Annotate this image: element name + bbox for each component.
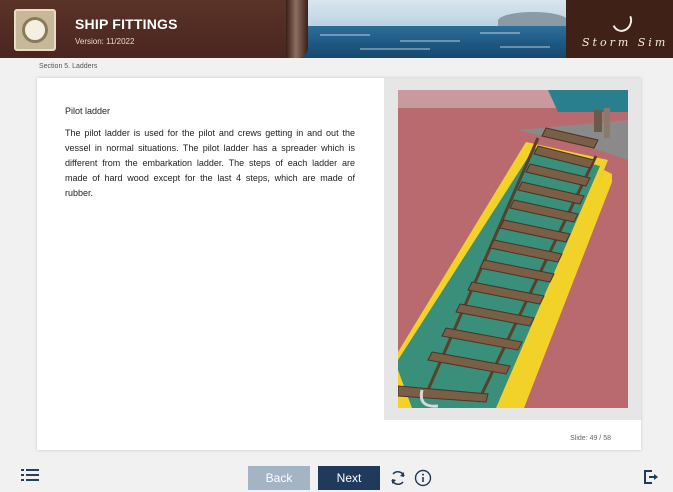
info-icon[interactable] [414,469,432,487]
header-title-area: SHIP FITTINGS Version: 11/2022 [0,0,300,58]
slide-counter: Slide: 49 / 58 [570,435,611,442]
app-window: SHIP FITTINGS Version: 11/2022 Storm Sim… [0,0,673,492]
version-label: Version: 11/2022 [75,37,135,46]
reload-icon[interactable] [389,469,407,487]
breadcrumb: Section 5. Ladders [39,63,98,70]
back-button[interactable]: Back [248,466,310,490]
ship-fitting-logo-icon [14,9,56,51]
slide-card: Pilot ladder The pilot ladder is used fo… [37,78,641,450]
slide-heading: Pilot ladder [65,106,111,116]
photo-panel [384,78,641,420]
exit-icon[interactable] [643,469,659,485]
slide-body: The pilot ladder is used for the pilot a… [65,128,355,198]
pilot-ladder-photo [398,90,628,408]
brand-logo: Storm Sim [566,0,673,58]
brand-name: Storm Sim [582,36,669,49]
header: SHIP FITTINGS Version: 11/2022 Storm Sim [0,0,673,58]
slide-text: Pilot ladder The pilot ladder is used fo… [65,106,355,201]
brand-swirl-icon [608,7,636,35]
next-button[interactable]: Next [318,466,380,490]
menu-list-icon[interactable] [21,468,39,482]
porthole-sea-image [286,0,576,58]
app-title: SHIP FITTINGS [75,16,178,32]
